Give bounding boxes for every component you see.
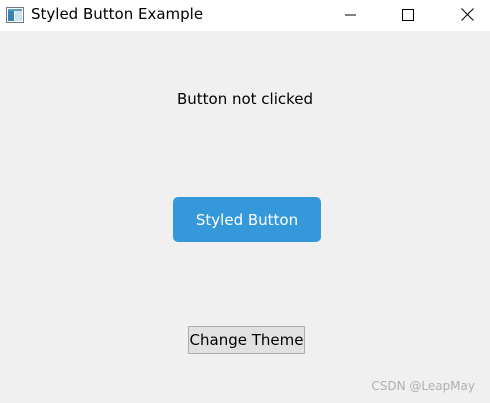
title-bar[interactable]: Styled Button Example [0, 0, 490, 31]
styled-button-label: Styled Button [195, 210, 299, 229]
close-button[interactable] [444, 0, 490, 31]
window-title: Styled Button Example [31, 5, 204, 23]
close-icon [460, 6, 474, 25]
app-window-icon [6, 7, 24, 23]
change-theme-button[interactable]: Change Theme [188, 326, 305, 354]
status-label: Button not clicked [176, 90, 314, 108]
change-theme-button-label: Change Theme [189, 331, 304, 349]
app-window: Styled Button Example Button not clicked… [0, 0, 490, 403]
minimize-button[interactable] [328, 0, 374, 31]
maximize-button[interactable] [385, 0, 431, 31]
styled-button[interactable]: Styled Button [173, 197, 321, 242]
minimize-icon [345, 6, 357, 25]
watermark: CSDN @LeapMay [371, 379, 475, 393]
maximize-icon [402, 6, 414, 25]
